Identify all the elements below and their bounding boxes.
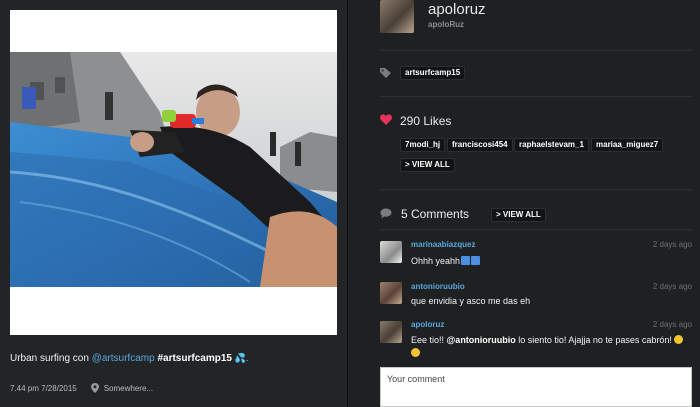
comment-text: Ohhh yeahh [411, 255, 696, 268]
emoji-icon [674, 335, 684, 344]
liker-chip[interactable]: mariaa_miguez7 [591, 138, 664, 152]
comment-input[interactable] [380, 367, 692, 407]
likes-count[interactable]: 290 Likes [400, 114, 451, 128]
author-avatar[interactable] [380, 0, 414, 33]
post-caption: Urban surfing con @artsurfcamp #artsurfc… [10, 353, 248, 364]
comment-username[interactable]: marinaabiazquez [411, 240, 475, 249]
comment-timestamp: 2 days ago [652, 282, 692, 291]
comment-username[interactable]: apoloruz [411, 320, 444, 329]
comment-username[interactable]: antonioruubio [411, 282, 465, 291]
author-handle[interactable]: apoloRuz [428, 20, 464, 29]
post-media-panel: Urban surfing con @artsurfcamp #artsurfc… [0, 0, 347, 407]
post-photo[interactable] [10, 52, 337, 287]
comment-text: que envidia y asco me das eh [411, 296, 531, 306]
post-meta: 7.44 pm 7/28/2015 Somewhere... [10, 383, 153, 393]
comment-body: Ohhh yeahh [411, 256, 461, 266]
post-timestamp: 7.44 pm 7/28/2015 [10, 383, 77, 393]
emoji-icon [411, 348, 420, 357]
emoji-icon [471, 256, 481, 265]
post-location[interactable]: Somewhere... [104, 384, 153, 393]
liker-chip[interactable]: franciscosi454 [447, 138, 513, 152]
liker-chip[interactable]: raphaelstevam_1 [514, 138, 589, 152]
comment-timestamp: 2 days ago [652, 320, 692, 329]
heart-icon[interactable] [380, 114, 392, 125]
comments-view-all-button[interactable]: > VIEW ALL [491, 208, 546, 222]
location-pin-icon [90, 383, 99, 393]
comment-body: Eee tio!! [411, 335, 447, 345]
divider [380, 50, 692, 51]
likes-view-all-button[interactable]: > VIEW ALL [400, 158, 455, 172]
post-details-panel: apoloruz apoloRuz artsurfcamp15 290 Like… [348, 0, 700, 407]
divider [380, 229, 692, 230]
tag-icon [380, 68, 391, 78]
comment-body: lo siento tio! Ajajja no te pases cabrón… [515, 335, 675, 345]
divider [380, 96, 692, 97]
divider [380, 189, 692, 190]
caption-text: Urban surfing con [10, 353, 92, 364]
comment-avatar[interactable] [380, 282, 402, 304]
comment-bubble-icon [380, 208, 392, 219]
emoji-icon [461, 256, 471, 265]
comment-mention-link[interactable]: @antonioruubio [447, 335, 516, 345]
comment-avatar[interactable] [380, 321, 402, 343]
liker-chip[interactable]: 7modi_hj [400, 138, 446, 152]
caption-hashtag-link[interactable]: #artsurfcamp15 [157, 353, 231, 364]
comment-text: Eee tio!! @antonioruubio lo siento tio! … [411, 334, 696, 360]
comment-timestamp: 2 days ago [652, 240, 692, 249]
caption-mention-link[interactable]: @artsurfcamp [92, 353, 155, 364]
comments-count: 5 Comments [401, 207, 470, 221]
author-username[interactable]: apoloruz [428, 1, 486, 18]
caption-emoji: 💦. [234, 353, 249, 363]
comment-avatar[interactable] [380, 241, 402, 263]
tag-chip[interactable]: artsurfcamp15 [400, 66, 466, 80]
